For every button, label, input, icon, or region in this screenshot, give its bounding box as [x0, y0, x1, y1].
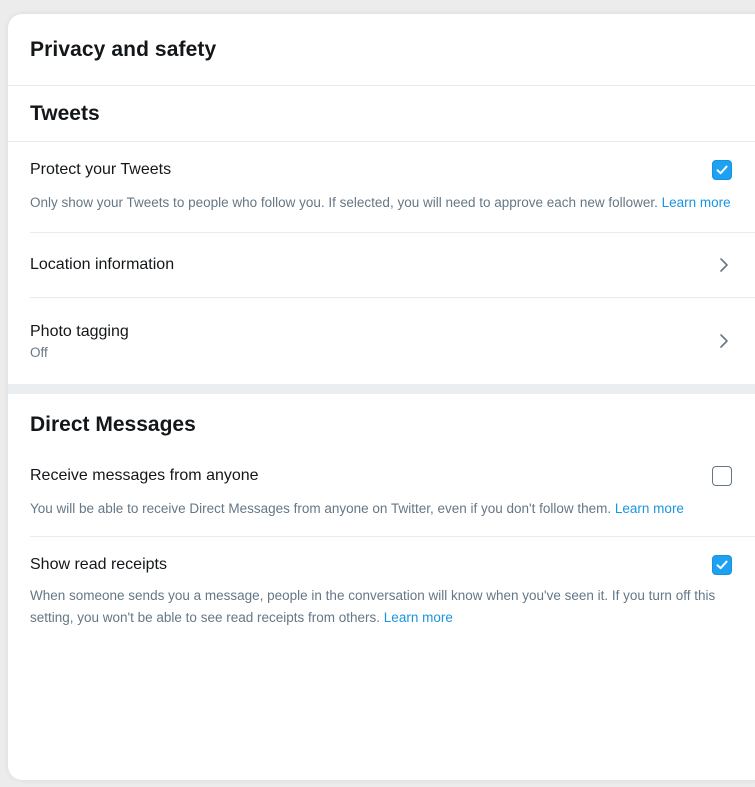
protect-tweets-setting: Protect your Tweets Only show your Tweet… [8, 142, 755, 232]
protect-tweets-description: Only show your Tweets to people who foll… [30, 192, 746, 214]
section-gap [8, 384, 755, 394]
photo-tagging-row[interactable]: Photo tagging Off [30, 323, 746, 360]
location-information-row[interactable]: Location information [30, 256, 746, 274]
photo-tagging-value: Off [30, 344, 48, 360]
page-header: Privacy and safety [8, 14, 755, 86]
receive-messages-checkbox[interactable] [712, 466, 732, 486]
read-receipts-description: When someone sends you a message, people… [30, 585, 746, 629]
read-receipts-learn-more-link[interactable]: Learn more [384, 610, 453, 625]
protect-tweets-description-text: Only show your Tweets to people who foll… [30, 195, 658, 210]
photo-tagging-setting[interactable]: Photo tagging Off [8, 298, 755, 384]
read-receipts-row[interactable]: Show read receipts [30, 555, 746, 575]
chevron-right-icon [716, 333, 732, 349]
chevron-right-icon [716, 257, 732, 273]
receive-messages-row[interactable]: Receive messages from anyone [30, 466, 746, 486]
read-receipts-description-text: When someone sends you a message, people… [30, 588, 716, 625]
tweets-section-title: Tweets [30, 101, 100, 125]
receive-messages-learn-more-link[interactable]: Learn more [615, 501, 684, 516]
page-title: Privacy and safety [30, 37, 217, 61]
read-receipts-setting: Show read receipts When someone sends yo… [8, 537, 755, 647]
protect-tweets-row[interactable]: Protect your Tweets [30, 160, 746, 180]
receive-messages-setting: Receive messages from anyone You will be… [8, 456, 755, 536]
receive-messages-description: You will be able to receive Direct Messa… [30, 498, 746, 520]
receive-messages-description-text: You will be able to receive Direct Messa… [30, 501, 612, 516]
location-information-setting[interactable]: Location information [8, 233, 755, 297]
tweets-section-header: Tweets [8, 86, 755, 142]
settings-card: Privacy and safety Tweets Protect your T… [8, 14, 755, 780]
photo-tagging-text: Photo tagging Off [30, 323, 129, 360]
receive-messages-label: Receive messages from anyone [30, 467, 259, 484]
check-icon [716, 165, 728, 175]
location-information-label: Location information [30, 256, 175, 273]
protect-tweets-label: Protect your Tweets [30, 161, 172, 178]
dm-section-title: Direct Messages [30, 413, 196, 436]
read-receipts-checkbox[interactable] [712, 555, 732, 575]
photo-tagging-label: Photo tagging [30, 322, 129, 340]
dm-section-header: Direct Messages [8, 394, 755, 456]
protect-tweets-learn-more-link[interactable]: Learn more [662, 195, 731, 210]
read-receipts-label: Show read receipts [30, 556, 167, 573]
protect-tweets-checkbox[interactable] [712, 160, 732, 180]
check-icon [716, 560, 728, 570]
